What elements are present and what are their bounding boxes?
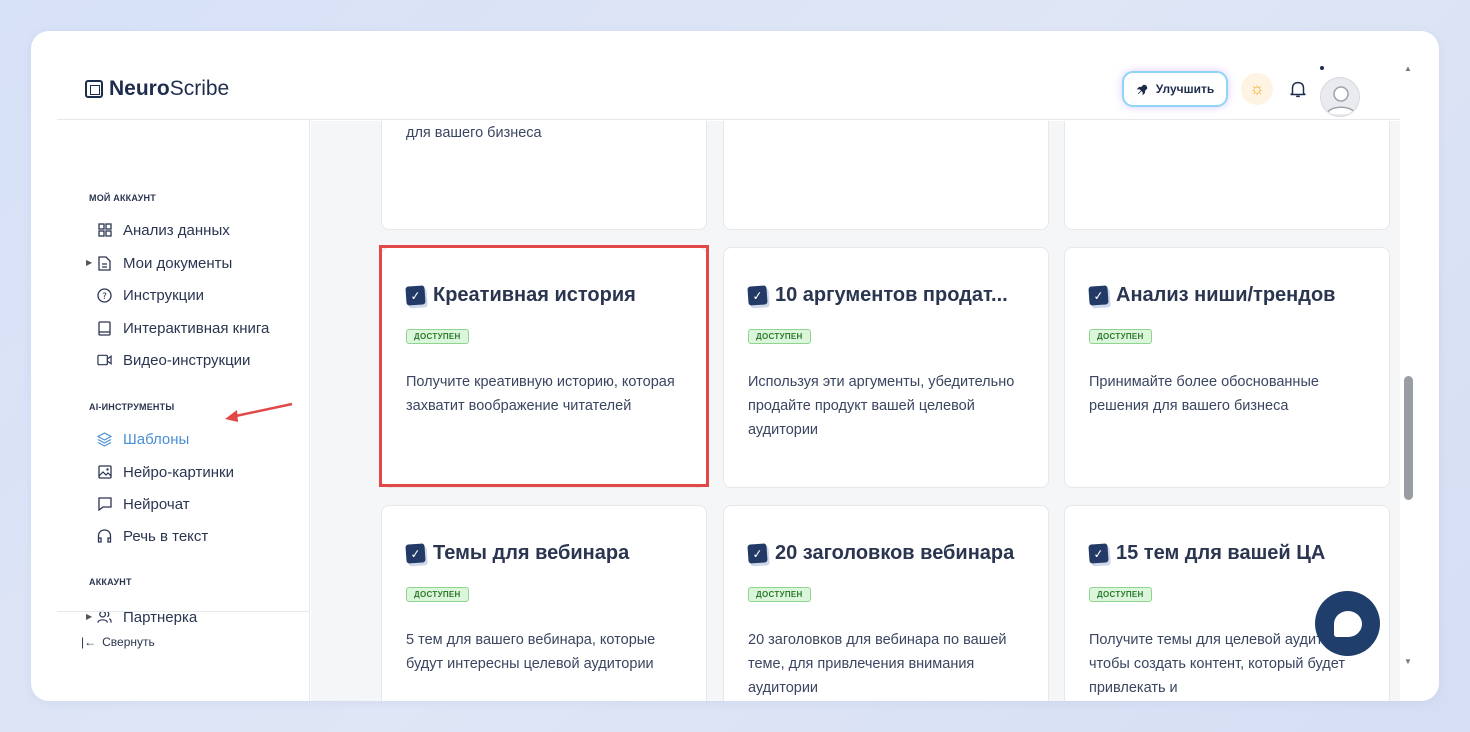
sidebar-item-label: Мои документы	[123, 254, 233, 272]
grid-icon	[97, 223, 112, 238]
checkbox-icon: ✓	[1088, 285, 1109, 306]
status-badge: ДОСТУПЕН	[1089, 587, 1152, 602]
status-badge: ДОСТУПЕН	[748, 329, 811, 344]
chat-icon	[97, 497, 112, 512]
template-card-sales-arguments[interactable]: ✓ 10 аргументов продат... ДОСТУПЕН Испол…	[723, 247, 1049, 488]
card-title-text: 15 тем для вашей ЦА	[1116, 542, 1326, 564]
caret-right-icon[interactable]: ▶	[86, 612, 92, 621]
sidebar-item-instructions[interactable]: ? Инструкции	[97, 284, 204, 306]
chat-widget-button[interactable]	[1315, 591, 1380, 656]
checkbox-icon: ✓	[747, 543, 768, 564]
templates-grid: для вашего бизнеса ✓ Креативная история …	[311, 120, 1400, 701]
chat-bubble-icon	[1333, 610, 1362, 637]
image-icon	[97, 465, 112, 480]
sidebar-item-interactive-book[interactable]: Интерактивная книга	[97, 317, 269, 339]
card-description: Используя эти аргументы, убедительно про…	[748, 374, 1015, 438]
annotation-arrow-icon	[225, 402, 293, 422]
checkbox-icon: ✓	[747, 285, 768, 306]
template-card-webinar-headlines[interactable]: ✓ 20 заголовков вебинара ДОСТУПЕН 20 заг…	[723, 505, 1049, 701]
card-title: ✓ 10 аргументов продат...	[747, 284, 1008, 307]
video-icon	[97, 353, 112, 368]
sidebar-item-label: Нейро-картинки	[123, 463, 234, 481]
avatar[interactable]	[1320, 77, 1360, 117]
card-description: Принимайте более обоснованные решения дл…	[1089, 374, 1319, 414]
sidebar-item-label: Речь в текст	[123, 527, 209, 545]
template-card-webinar-topics[interactable]: ✓ Темы для вебинара ДОСТУПЕН 5 тем для в…	[381, 505, 707, 701]
card-description: для вашего бизнеса	[406, 125, 542, 141]
sidebar-item-label: Интерактивная книга	[123, 319, 270, 337]
collapse-label: Свернуть	[102, 635, 155, 649]
layers-icon	[97, 431, 112, 447]
document-icon	[97, 255, 112, 271]
scrollbar-thumb[interactable]	[1404, 376, 1413, 500]
user-icon	[1326, 86, 1356, 115]
book-icon	[97, 320, 112, 336]
sun-icon: ☼	[1249, 79, 1265, 98]
status-badge: ДОСТУПЕН	[1089, 329, 1152, 344]
sidebar-divider	[57, 611, 310, 612]
card-title-text: Анализ ниши/трендов	[1116, 284, 1336, 306]
card-title-text: 20 заголовков вебинара	[775, 542, 1015, 564]
highlight-box	[379, 245, 709, 487]
svg-text:?: ?	[102, 292, 107, 302]
headphones-icon	[97, 529, 112, 544]
app-window: для вашего бизнеса ✓ Креативная история …	[31, 31, 1439, 701]
card-title: ✓ Темы для вебинара	[405, 542, 630, 565]
card-title-text: 10 аргументов продат...	[775, 284, 1008, 306]
app-logo[interactable]: NeuroScribe	[85, 77, 229, 101]
upgrade-button[interactable]: Улучшить	[1124, 73, 1226, 105]
card-description: 5 тем для вашего вебинара, которые будут…	[406, 632, 656, 672]
checkbox-icon: ✓	[1088, 543, 1109, 564]
card-title-text: Темы для вебинара	[433, 542, 630, 564]
checkbox-icon: ✓	[405, 543, 426, 564]
sidebar-item-partner[interactable]: Партнерка	[97, 606, 197, 628]
sidebar-item-neurochat[interactable]: Нейрочат	[97, 493, 190, 515]
section-title-my-account: МОЙ АККАУНТ	[89, 193, 156, 203]
template-card-niche-analysis[interactable]: ✓ Анализ ниши/трендов ДОСТУПЕН Принимайт…	[1064, 247, 1390, 488]
sidebar-item-label: Нейрочат	[123, 495, 190, 513]
status-badge: ДОСТУПЕН	[406, 587, 469, 602]
status-badge: ДОСТУПЕН	[748, 587, 811, 602]
sidebar-item-speech-to-text[interactable]: Речь в текст	[97, 525, 208, 547]
section-title-account: АККАУНТ	[89, 577, 132, 587]
upgrade-label: Улучшить	[1155, 82, 1215, 96]
top-header: NeuroScribe Улучшить ☼	[31, 31, 1400, 121]
sidebar-item-label: Анализ данных	[123, 221, 230, 239]
sidebar: МОЙ АККАУНТ Анализ данных ▶ Мои документ…	[57, 120, 310, 701]
help-circle-icon: ?	[97, 287, 112, 303]
card-description: 20 заголовков для вебинара по вашей теме…	[748, 632, 1007, 696]
logo-text-bold: Neuro	[109, 77, 170, 100]
sidebar-item-video-instructions[interactable]: Видео-инструкции	[97, 349, 250, 371]
rocket-icon	[1136, 84, 1148, 95]
logo-text: Scribe	[169, 77, 230, 100]
template-card[interactable]: для вашего бизнеса	[381, 120, 707, 230]
template-card[interactable]	[723, 120, 1049, 230]
scroll-down-icon[interactable]: ▼	[1404, 657, 1412, 666]
template-card[interactable]	[1064, 120, 1390, 230]
sidebar-item-label: Видео-инструкции	[123, 351, 251, 369]
sidebar-item-data-analysis[interactable]: Анализ данных	[97, 219, 230, 241]
caret-right-icon[interactable]: ▶	[86, 258, 92, 267]
notification-dot	[1320, 66, 1324, 70]
sidebar-item-templates[interactable]: Шаблоны	[97, 428, 189, 450]
card-title: ✓ 20 заголовков вебинара	[747, 542, 1015, 565]
section-title-ai-tools: AI-ИНСТРУМЕНТЫ	[89, 402, 175, 412]
sidebar-item-neuro-images[interactable]: Нейро-картинки	[97, 461, 234, 483]
sidebar-item-label: Шаблоны	[123, 430, 190, 448]
card-title: ✓ 15 тем для вашей ЦА	[1088, 542, 1326, 565]
sidebar-item-label: Инструкции	[123, 286, 205, 304]
bell-icon[interactable]	[1287, 77, 1309, 101]
scroll-up-icon[interactable]: ▲	[1404, 64, 1412, 73]
theme-toggle[interactable]: ☼	[1241, 73, 1273, 105]
logo-icon	[85, 80, 103, 98]
collapse-button[interactable]: |← Свернуть	[81, 635, 155, 649]
sidebar-item-my-documents[interactable]: Мои документы	[97, 252, 232, 274]
card-title: ✓ Анализ ниши/трендов	[1088, 284, 1336, 307]
collapse-arrow-icon: |←	[81, 635, 97, 649]
